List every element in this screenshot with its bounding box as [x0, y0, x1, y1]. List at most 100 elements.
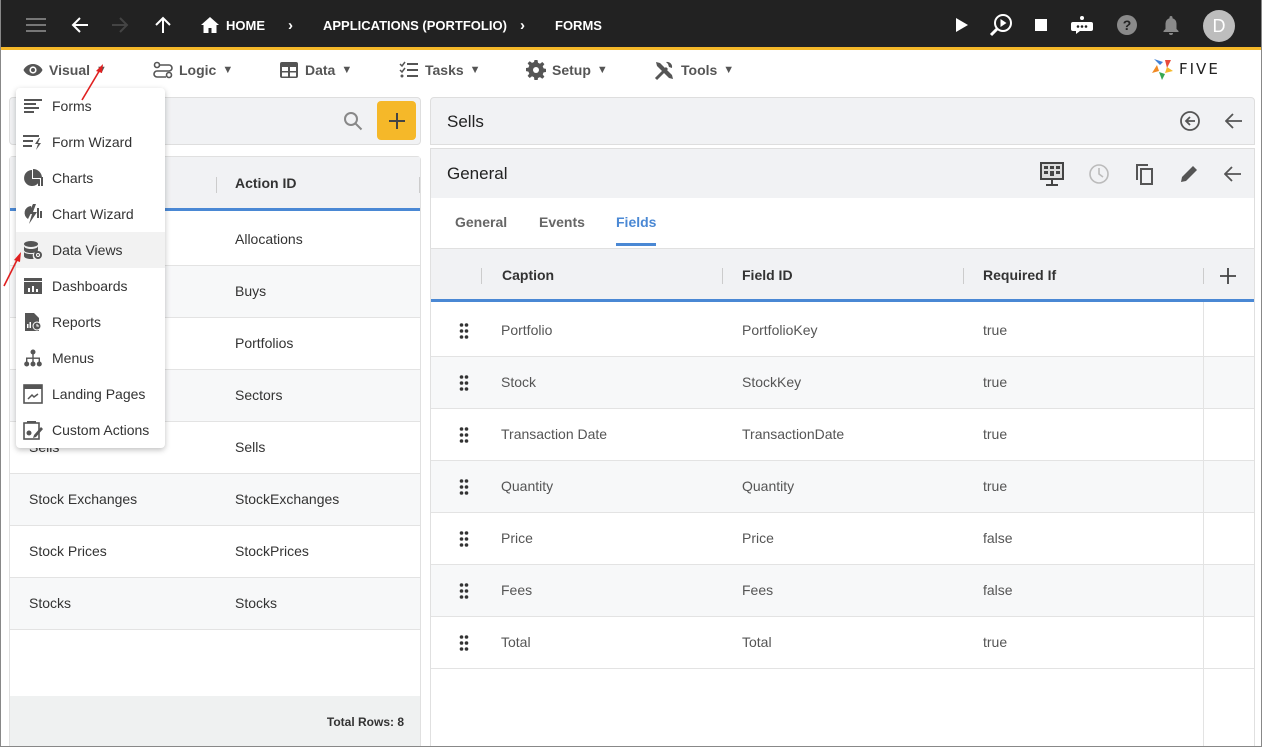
breadcrumb-forms[interactable]: FORMS [555, 0, 602, 50]
custom-actions-icon [22, 419, 44, 441]
back-arrow-icon[interactable] [1222, 109, 1246, 133]
dropdown-item-custom-actions[interactable]: Custom Actions [16, 412, 165, 448]
cell-caption: Fees [501, 582, 533, 598]
copy-icon[interactable] [1132, 162, 1156, 186]
table-row[interactable]: Fees Fees false [431, 565, 1254, 617]
back-arrow-icon[interactable] [1221, 162, 1245, 186]
add-button[interactable] [377, 101, 416, 140]
menu-tools[interactable]: Tools ▼ [654, 53, 734, 87]
menu-tools-label: Tools [681, 62, 718, 78]
forms-icon [22, 95, 44, 117]
logic-icon [153, 61, 173, 79]
add-field-button[interactable] [1218, 266, 1238, 286]
stop-icon[interactable] [1034, 0, 1048, 50]
form-designer-icon[interactable] [1038, 160, 1066, 188]
drag-handle-icon[interactable] [459, 427, 469, 446]
forward-arrow-icon[interactable] [108, 0, 132, 50]
dropdown-item-form-wizard[interactable]: Form Wizard [16, 124, 165, 160]
table-row[interactable]: Stock StockKey true [431, 357, 1254, 409]
svg-text:?: ? [1123, 17, 1132, 33]
drag-handle-icon[interactable] [459, 635, 469, 654]
tab-fields[interactable]: Fields [616, 214, 656, 230]
row-action-id: Portfolios [235, 335, 294, 351]
table-icon [280, 62, 298, 78]
eye-icon [23, 64, 43, 76]
list-row[interactable]: Stock Prices StockPrices [10, 526, 420, 578]
dropdown-item-menus[interactable]: Menus [16, 340, 165, 376]
menus-icon [22, 347, 44, 369]
logo-text: FIVE [1179, 60, 1220, 78]
menu-logic[interactable]: Logic ▼ [153, 53, 233, 87]
cell-caption: Price [501, 530, 533, 546]
up-arrow-icon[interactable] [151, 0, 175, 50]
history-icon[interactable] [1087, 162, 1111, 186]
table-row[interactable]: Total Total true [431, 617, 1254, 669]
list-row[interactable]: Stocks Stocks [10, 578, 420, 630]
column-header-action-id[interactable]: Action ID [235, 175, 296, 191]
dropdown-item-dashboards[interactable]: Dashboards [16, 268, 165, 304]
charts-icon [22, 167, 44, 189]
table-row[interactable]: Transaction Date TransactionDate true [431, 409, 1254, 461]
bell-icon[interactable] [1161, 0, 1181, 50]
five-logo: FIVE [1151, 56, 1220, 82]
record-header: General [430, 148, 1255, 198]
tab-general[interactable]: General [455, 214, 507, 230]
breadcrumb-home[interactable]: HOME [226, 0, 265, 50]
home-icon[interactable] [200, 0, 220, 50]
tab-events[interactable]: Events [539, 214, 585, 230]
cell-field-id: PortfolioKey [742, 322, 818, 338]
table-row[interactable]: Portfolio PortfolioKey true [431, 305, 1254, 357]
play-icon[interactable] [953, 0, 971, 50]
dropdown-item-data-views[interactable]: Data Views [16, 232, 165, 268]
top-bar: HOME › APPLICATIONS (PORTFOLIO) › FORMS … [1, 0, 1261, 50]
cell-caption: Stock [501, 374, 537, 390]
drag-handle-icon[interactable] [459, 583, 469, 602]
column-header-required-if[interactable]: Required If [983, 267, 1056, 283]
avatar[interactable]: D [1203, 10, 1235, 42]
menu-icon[interactable] [23, 0, 49, 50]
cell-field-id: StockKey [742, 374, 802, 390]
column-header-field-id[interactable]: Field ID [742, 267, 793, 283]
circle-back-icon[interactable] [1178, 109, 1202, 133]
dropdown-item-label: Charts [52, 170, 94, 186]
caret-down-icon: ▼ [469, 64, 481, 76]
column-separator [1203, 268, 1204, 284]
annotation-arrow [81, 64, 103, 101]
table-row[interactable]: Price Price false [431, 513, 1254, 565]
menu-data[interactable]: Data ▼ [279, 53, 352, 87]
gear-icon [526, 60, 546, 80]
dropdown-item-label: Chart Wizard [52, 206, 134, 222]
annotation-arrow [3, 252, 21, 287]
cell-field-id: TransactionDate [742, 426, 845, 442]
dropdown-item-landing-pages[interactable]: Landing Pages [16, 376, 165, 412]
edit-pencil-icon[interactable] [1177, 162, 1201, 186]
search-play-icon[interactable] [988, 0, 1014, 50]
cell-required-if: true [983, 478, 1008, 494]
breadcrumb-applications[interactable]: APPLICATIONS (PORTFOLIO) [323, 0, 507, 50]
menu-bar: Visual ▼ Logic ▼ Data ▼ Tasks ▼ Setup ▼ … [1, 53, 1261, 89]
fields-grid-header: Caption Field ID Required If [431, 249, 1254, 302]
column-header-caption[interactable]: Caption [502, 267, 554, 283]
menu-setup[interactable]: Setup ▼ [526, 53, 608, 87]
help-icon[interactable]: ? [1116, 0, 1138, 50]
back-arrow-icon[interactable] [68, 0, 92, 50]
menu-tasks[interactable]: Tasks ▼ [399, 53, 481, 87]
dropdown-item-reports[interactable]: Reports [16, 304, 165, 340]
chatbot-icon[interactable] [1069, 0, 1095, 50]
dropdown-item-label: Landing Pages [52, 386, 146, 402]
list-row[interactable]: Stock Exchanges StockExchanges [10, 474, 420, 526]
column-separator [419, 177, 420, 193]
search-icon[interactable] [343, 111, 363, 136]
drag-handle-icon[interactable] [459, 479, 469, 498]
dropdown-item-charts[interactable]: Charts [16, 160, 165, 196]
breadcrumb-separator: › [288, 16, 293, 34]
table-row[interactable]: Quantity Quantity true [431, 461, 1254, 513]
drag-handle-icon[interactable] [459, 323, 469, 342]
visual-dropdown-menu: Forms Form Wizard Charts Chart Wizard Data V… [16, 88, 165, 448]
fields-grid: Caption Field ID Required If Portfolio Po… [430, 248, 1255, 746]
five-logo-icon [1152, 59, 1173, 80]
drag-handle-icon[interactable] [459, 531, 469, 550]
drag-handle-icon[interactable] [459, 375, 469, 394]
menu-logic-label: Logic [179, 62, 217, 78]
dropdown-item-chart-wizard[interactable]: Chart Wizard [16, 196, 165, 232]
